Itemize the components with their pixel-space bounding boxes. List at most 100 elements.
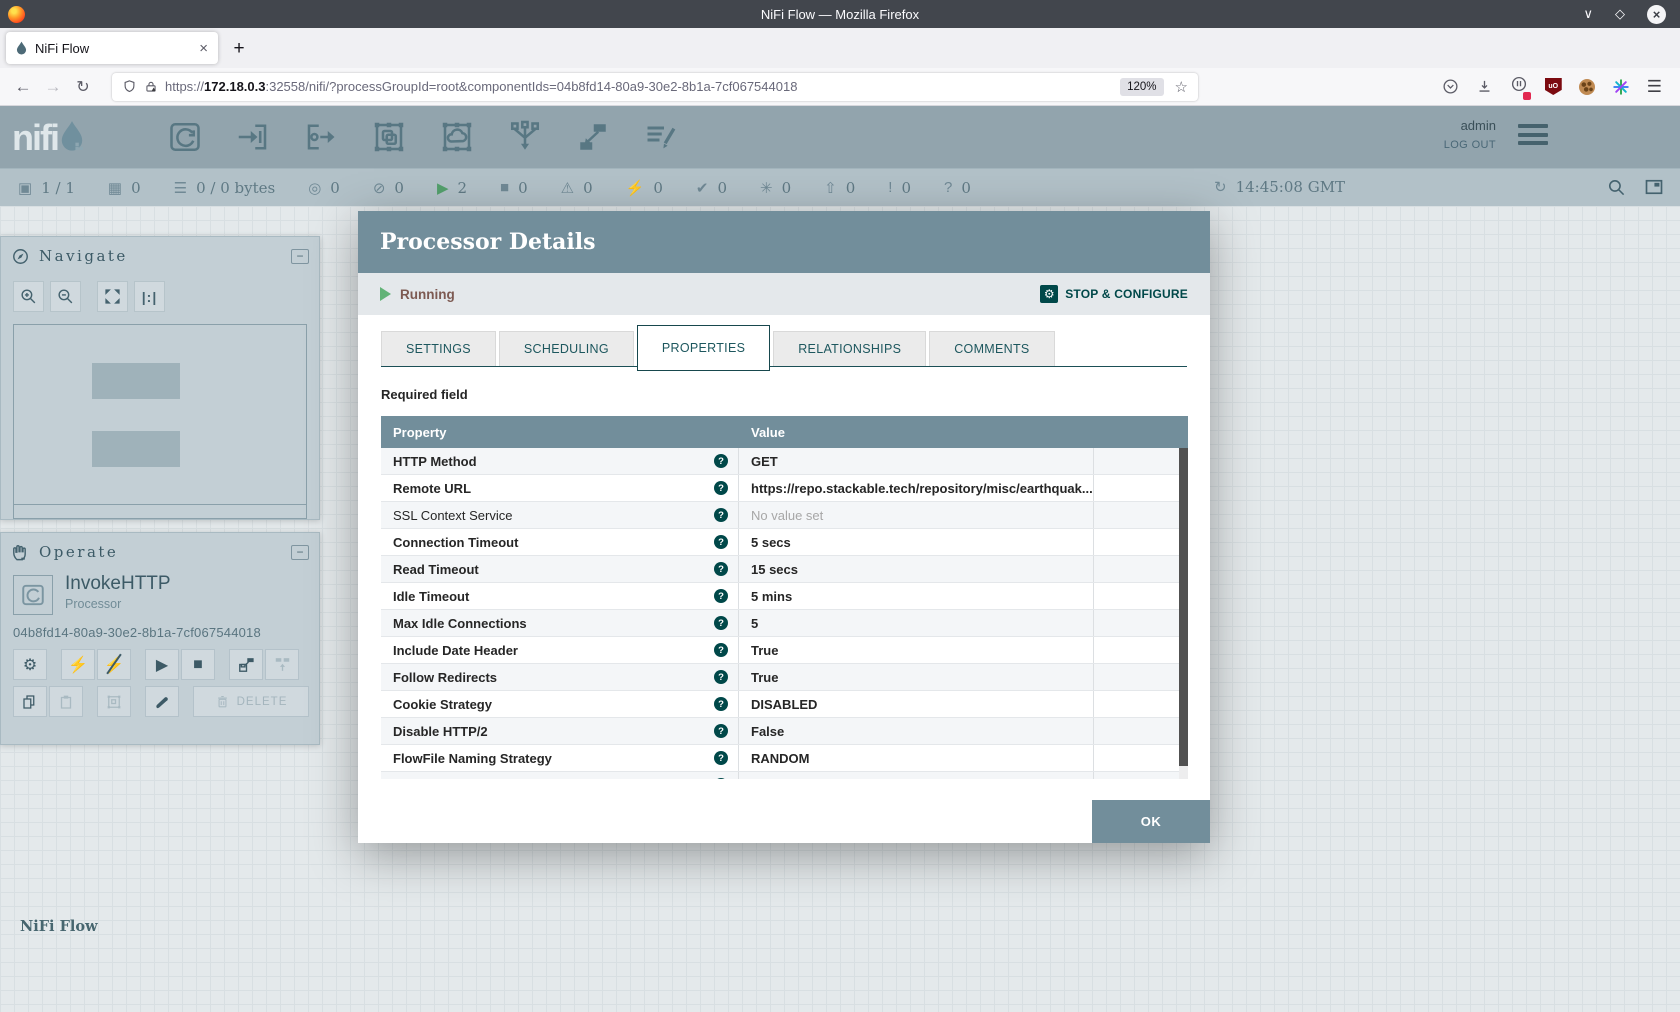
property-row[interactable]: Connection Timeout ? 5 secs	[381, 529, 1188, 556]
window-close-icon[interactable]: ×	[1647, 5, 1666, 24]
configure-button[interactable]: ⚙	[13, 649, 47, 680]
property-row[interactable]: Disable HTTP/2 ? False	[381, 718, 1188, 745]
drag-label-icon[interactable]	[642, 119, 679, 156]
help-icon[interactable]: ?	[714, 724, 728, 738]
dialog-tab[interactable]: PROPERTIES	[637, 325, 770, 371]
browser-tab[interactable]: NiFi Flow ×	[6, 32, 218, 64]
zoom-actual-size-button[interactable]: |:|	[134, 281, 165, 312]
drag-output-port-icon[interactable]	[302, 119, 339, 156]
hamburger-menu-icon[interactable]: ☰	[1647, 77, 1662, 97]
drag-process-group-icon[interactable]	[370, 119, 407, 156]
save-template-button[interactable]	[229, 649, 263, 680]
color-button[interactable]	[145, 686, 179, 717]
help-icon[interactable]: ?	[714, 508, 728, 522]
group-button[interactable]	[97, 686, 131, 717]
table-scrollbar[interactable]	[1179, 448, 1188, 779]
property-row[interactable]: Remote URL ? https://repo.stackable.tech…	[381, 475, 1188, 502]
url-text[interactable]: https://172.18.0.3:32558/nifi/?processGr…	[165, 79, 1113, 94]
tab-close-icon[interactable]: ×	[199, 40, 208, 57]
page-zoom-badge[interactable]: 120%	[1120, 78, 1163, 96]
cookie-extension-icon[interactable]	[1579, 79, 1595, 95]
help-icon[interactable]: ?	[714, 589, 728, 603]
property-row[interactable]: Follow Redirects ? True	[381, 664, 1188, 691]
property-row[interactable]: Attributes to Send ? No value set	[381, 772, 1188, 779]
status-stale: ⇧ 0	[824, 179, 855, 197]
account-icon[interactable]	[1510, 75, 1528, 98]
new-tab-button[interactable]: +	[226, 36, 252, 62]
paste-button[interactable]	[49, 686, 83, 717]
help-icon[interactable]: ?	[714, 643, 728, 657]
stop-and-configure-button[interactable]: ⚙ STOP & CONFIGURE	[1040, 285, 1188, 303]
birdseye-map[interactable]	[13, 324, 307, 519]
property-name: Follow Redirects	[393, 670, 497, 685]
property-row[interactable]: HTTP Method ? GET	[381, 448, 1188, 475]
help-icon[interactable]: ?	[714, 454, 728, 468]
copy-button[interactable]	[13, 686, 47, 717]
reload-button[interactable]: ↻	[68, 77, 98, 97]
disable-button[interactable]: ⚡	[97, 649, 131, 680]
property-value: True	[751, 643, 778, 658]
property-row[interactable]: FlowFile Naming Strategy ? RANDOM	[381, 745, 1188, 772]
status-count: 0	[394, 179, 404, 197]
run-status-label: Running	[400, 287, 455, 302]
property-value: 5 mins	[751, 589, 792, 604]
property-row[interactable]: Idle Timeout ? 5 mins	[381, 583, 1188, 610]
stop-button[interactable]: ■	[181, 649, 215, 680]
zoom-out-button[interactable]	[50, 281, 81, 312]
lock-warning-icon[interactable]	[144, 80, 158, 94]
delete-button[interactable]: DELETE	[193, 686, 309, 717]
status-count: 0	[583, 179, 593, 197]
refresh-icon[interactable]: ↻	[1214, 178, 1227, 196]
dialog-tab[interactable]: COMMENTS	[929, 331, 1054, 367]
help-icon[interactable]: ?	[714, 697, 728, 711]
tracking-shield-icon[interactable]	[122, 79, 137, 94]
downloads-icon[interactable]	[1476, 78, 1493, 95]
back-button[interactable]: ←	[8, 77, 38, 97]
navigate-collapse-icon[interactable]: −	[291, 249, 309, 264]
drag-processor-icon[interactable]	[166, 119, 203, 156]
drag-template-icon[interactable]	[574, 119, 611, 156]
logout-link[interactable]: LOG OUT	[1444, 139, 1496, 151]
property-row[interactable]: Cookie Strategy ? DISABLED	[381, 691, 1188, 718]
status-icon: ?	[944, 179, 952, 196]
window-title: NiFi Flow — Mozilla Firefox	[0, 7, 1680, 22]
pocket-icon[interactable]	[1442, 78, 1459, 95]
property-row[interactable]: Read Timeout ? 15 secs	[381, 556, 1188, 583]
table-scrollbar-thumb[interactable]	[1179, 448, 1188, 766]
breadcrumb[interactable]: NiFi Flow	[20, 918, 98, 935]
operate-collapse-icon[interactable]: −	[291, 545, 309, 560]
dialog-tab[interactable]: SCHEDULING	[499, 331, 634, 367]
help-icon[interactable]: ?	[714, 562, 728, 576]
help-icon[interactable]: ?	[714, 670, 728, 684]
zoom-fit-button[interactable]	[97, 281, 128, 312]
help-icon[interactable]: ?	[714, 751, 728, 765]
window-maximize-icon[interactable]: ◇	[1615, 6, 1625, 22]
dialog-title: Processor Details	[380, 229, 596, 255]
window-minimize-icon[interactable]: ∨	[1583, 6, 1593, 22]
drag-remote-process-group-icon[interactable]	[438, 119, 475, 156]
global-menu-icon[interactable]	[1518, 124, 1548, 145]
birdseye-toggle-icon[interactable]	[1644, 177, 1664, 197]
help-icon[interactable]: ?	[714, 778, 728, 779]
drag-input-port-icon[interactable]	[234, 119, 271, 156]
dialog-tab[interactable]: SETTINGS	[381, 331, 496, 367]
help-icon[interactable]: ?	[714, 481, 728, 495]
url-bar[interactable]: https://172.18.0.3:32558/nifi/?processGr…	[112, 73, 1198, 101]
upload-template-button[interactable]	[265, 649, 299, 680]
help-icon[interactable]: ?	[714, 535, 728, 549]
extension-sparkle-icon[interactable]	[1612, 78, 1630, 96]
ok-button[interactable]: OK	[1092, 800, 1210, 843]
property-row[interactable]: Include Date Header ? True	[381, 637, 1188, 664]
zoom-in-button[interactable]	[13, 281, 44, 312]
bookmark-star-icon[interactable]: ☆	[1175, 78, 1188, 96]
help-icon[interactable]: ?	[714, 616, 728, 630]
property-row[interactable]: SSL Context Service ? No value set	[381, 502, 1188, 529]
start-button[interactable]: ▶	[145, 649, 179, 680]
property-row[interactable]: Max Idle Connections ? 5	[381, 610, 1188, 637]
ublock-extension-icon[interactable]: uO	[1545, 78, 1562, 95]
forward-button[interactable]: →	[38, 77, 68, 97]
drag-funnel-icon[interactable]	[506, 119, 543, 156]
dialog-tab[interactable]: RELATIONSHIPS	[773, 331, 926, 367]
search-icon[interactable]	[1607, 178, 1626, 197]
enable-button[interactable]: ⚡	[61, 649, 95, 680]
